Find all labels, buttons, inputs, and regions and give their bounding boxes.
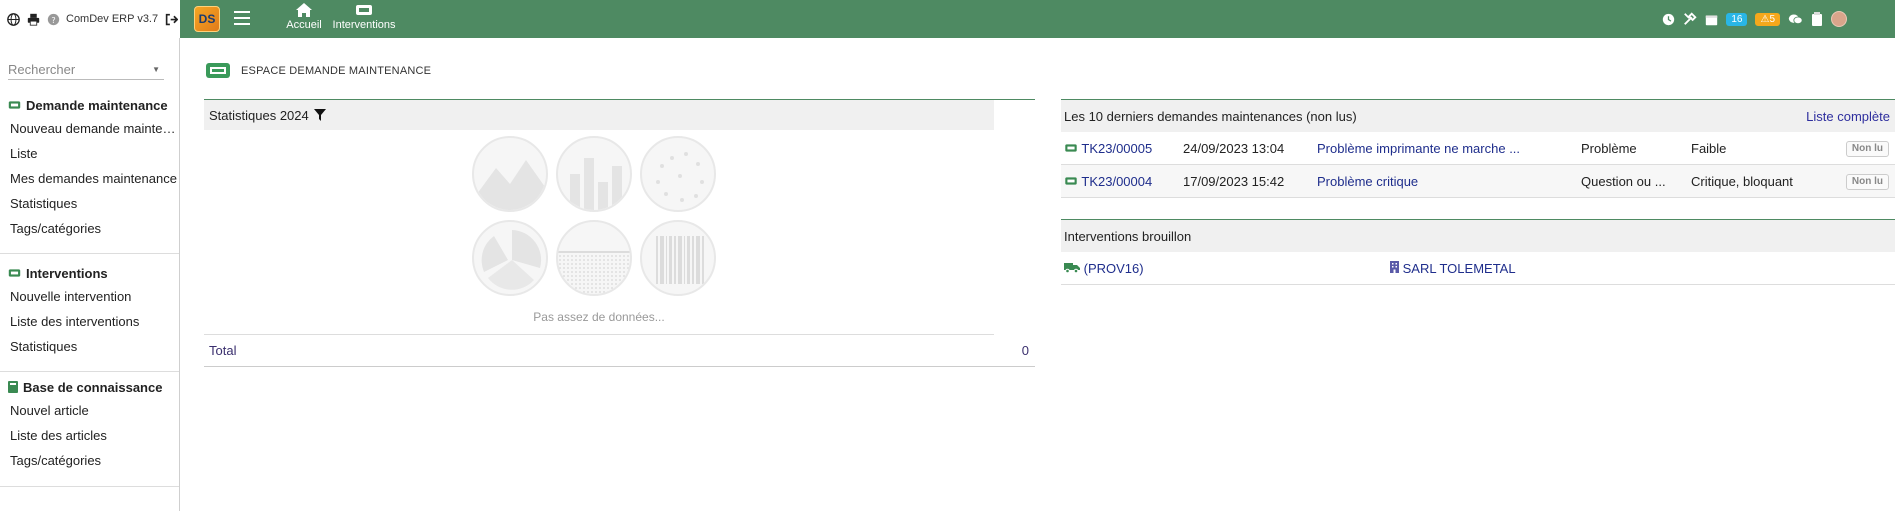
status-badge: Non lu [1845,141,1889,157]
latest-requests-title: Les 10 derniers demandes maintenances (n… [1064,108,1357,124]
company-link[interactable]: SARL TOLEMETAL [1390,252,1640,285]
sidebar-item-article-list[interactable]: Liste des articles [0,423,178,448]
scatter-chart-icon [640,136,716,212]
hamburger-menu-icon[interactable] [234,11,250,25]
ticket-icon [1065,144,1077,152]
user-avatar[interactable] [1831,11,1847,27]
app-logo[interactable]: DS [194,6,220,32]
nav-home[interactable]: Accueil [284,2,324,36]
warnings-badge[interactable]: ⚠5 [1755,12,1780,26]
total-value: 0 [1021,343,1029,358]
print-icon[interactable] [26,12,40,26]
filter-icon[interactable] [313,109,326,121]
ticket-severity: Faible [1691,141,1727,156]
sidebar-section-interventions: Interventions Nouvelle intervention List… [0,262,179,372]
sidebar-item-list[interactable]: Liste [0,141,178,166]
page-header: ESPACE DEMANDE MAINTENANCE [205,62,431,79]
nav-interventions-label: Interventions [332,19,396,31]
ticket-type: Problème [1581,141,1637,156]
top-navigation: DS Accueil Interventions 16 ⚠5 [180,0,1895,38]
full-list-link[interactable]: Liste complète [1806,109,1890,124]
truck-icon [1064,263,1080,274]
table-row: TK23/00004 17/09/2023 15:42 Problème cri… [1061,165,1895,198]
search-placeholder: Rechercher [8,62,76,77]
sidebar-section-knowledge: Base de connaissance Nouvel article List… [0,376,179,487]
ticket-icon [8,269,21,277]
nav-home-label: Accueil [286,19,322,31]
sidebar-item-kb-tags[interactable]: Tags/catégories [0,448,178,473]
warnings-count: 5 [1769,13,1775,25]
building-icon [1390,261,1399,273]
sidebar-section-title[interactable]: Interventions [0,262,179,284]
latest-requests-header: Les 10 derniers demandes maintenances (n… [1061,100,1895,132]
total-label: Total [209,343,237,358]
sidebar-item-tags[interactable]: Tags/catégories [0,216,178,241]
help-icon[interactable]: ? [46,12,60,26]
book-icon [8,381,18,393]
brand-name[interactable]: ComDev ERP v3.7 [66,13,158,25]
ticket-icon [356,5,372,15]
latest-requests-panel: Les 10 derniers demandes maintenances (n… [1061,99,1895,198]
statistics-total-row: Total 0 [204,335,1035,367]
ticket-ref-link[interactable]: TK23/00004 [1064,165,1174,198]
ticket-subject-link[interactable]: Problème imprimante ne marche ... [1317,132,1539,165]
table-row: (PROV16) SARL TOLEMETAL [1061,252,1895,285]
nav-interventions[interactable]: Interventions [332,2,396,36]
no-data-message: Pas assez de données... [533,310,665,324]
sidebar-item-new-intervention[interactable]: Nouvelle intervention [0,284,178,309]
sidebar-section-title[interactable]: Demande maintenance [0,94,179,116]
search-select[interactable]: Rechercher ▼ [8,60,164,80]
draft-ref-link[interactable]: (PROV16) [1064,252,1264,285]
statistics-panel: Statistiques 2024 Pas assez de données..… [204,99,1035,367]
statistics-placeholder: Pas assez de données... [204,130,994,335]
sidebar-item-intervention-list[interactable]: Liste des interventions [0,309,178,334]
ticket-date: 17/09/2023 15:42 [1183,174,1285,189]
clipboard-icon[interactable] [1811,12,1823,26]
bar-chart-icon [556,136,632,212]
sidebar: Rechercher ▼ Demande maintenance Nouveau… [0,38,180,511]
draft-interventions-header: Interventions brouillon [1061,220,1895,252]
globe-icon[interactable] [6,12,20,26]
svg-text:?: ? [51,14,55,24]
notifications-badge[interactable]: 16 [1726,12,1748,26]
ticket-subject-link[interactable]: Problème critique [1317,165,1539,198]
home-icon [296,3,312,17]
barcode-icon [640,220,716,296]
sidebar-item-statistics[interactable]: Statistiques [0,191,178,216]
sidebar-item-intervention-statistics[interactable]: Statistiques [0,334,178,359]
chevron-down-icon: ▼ [152,65,160,74]
ticket-icon [1065,177,1077,185]
draft-interventions-panel: Interventions brouillon (PROV16) SARL TO… [1061,219,1895,285]
statistics-header: Statistiques 2024 [204,100,994,130]
ticket-icon [206,63,230,78]
mountain-chart-icon [472,136,548,212]
area-chart-icon [556,220,632,296]
ticket-severity: Critique, bloquant [1691,174,1793,189]
sidebar-item-new-request[interactable]: Nouveau demande maintenance [0,116,178,141]
ticket-icon [8,101,21,109]
table-row: TK23/00005 24/09/2023 13:04 Problème imp… [1061,132,1895,165]
statistics-title: Statistiques 2024 [209,107,309,123]
ticket-type: Question ou ... [1581,174,1666,189]
calendar-icon[interactable] [1705,13,1718,26]
tools-icon[interactable] [1683,12,1697,26]
chat-icon[interactable] [1788,13,1803,26]
brand-bar: ? ComDev ERP v3.7 [0,0,180,38]
sidebar-section-maintenance: Demande maintenance Nouveau demande main… [0,94,179,254]
sidebar-section-title[interactable]: Base de connaissance [0,376,179,398]
pie-chart-icon [472,220,548,296]
sidebar-item-new-article[interactable]: Nouvel article [0,398,178,423]
status-badge: Non lu [1845,174,1889,190]
top-right-tools: 16 ⚠5 [1662,9,1847,29]
draft-interventions-title: Interventions brouillon [1064,228,1192,244]
clock-icon[interactable] [1662,13,1675,26]
ticket-ref-link[interactable]: TK23/00005 [1064,132,1174,165]
main-content: ESPACE DEMANDE MAINTENANCE Statistiques … [181,38,1895,511]
logout-icon[interactable] [164,12,178,26]
page-title: ESPACE DEMANDE MAINTENANCE [241,64,432,77]
ticket-date: 24/09/2023 13:04 [1183,141,1285,156]
sidebar-item-my-requests[interactable]: Mes demandes maintenance [0,166,178,191]
